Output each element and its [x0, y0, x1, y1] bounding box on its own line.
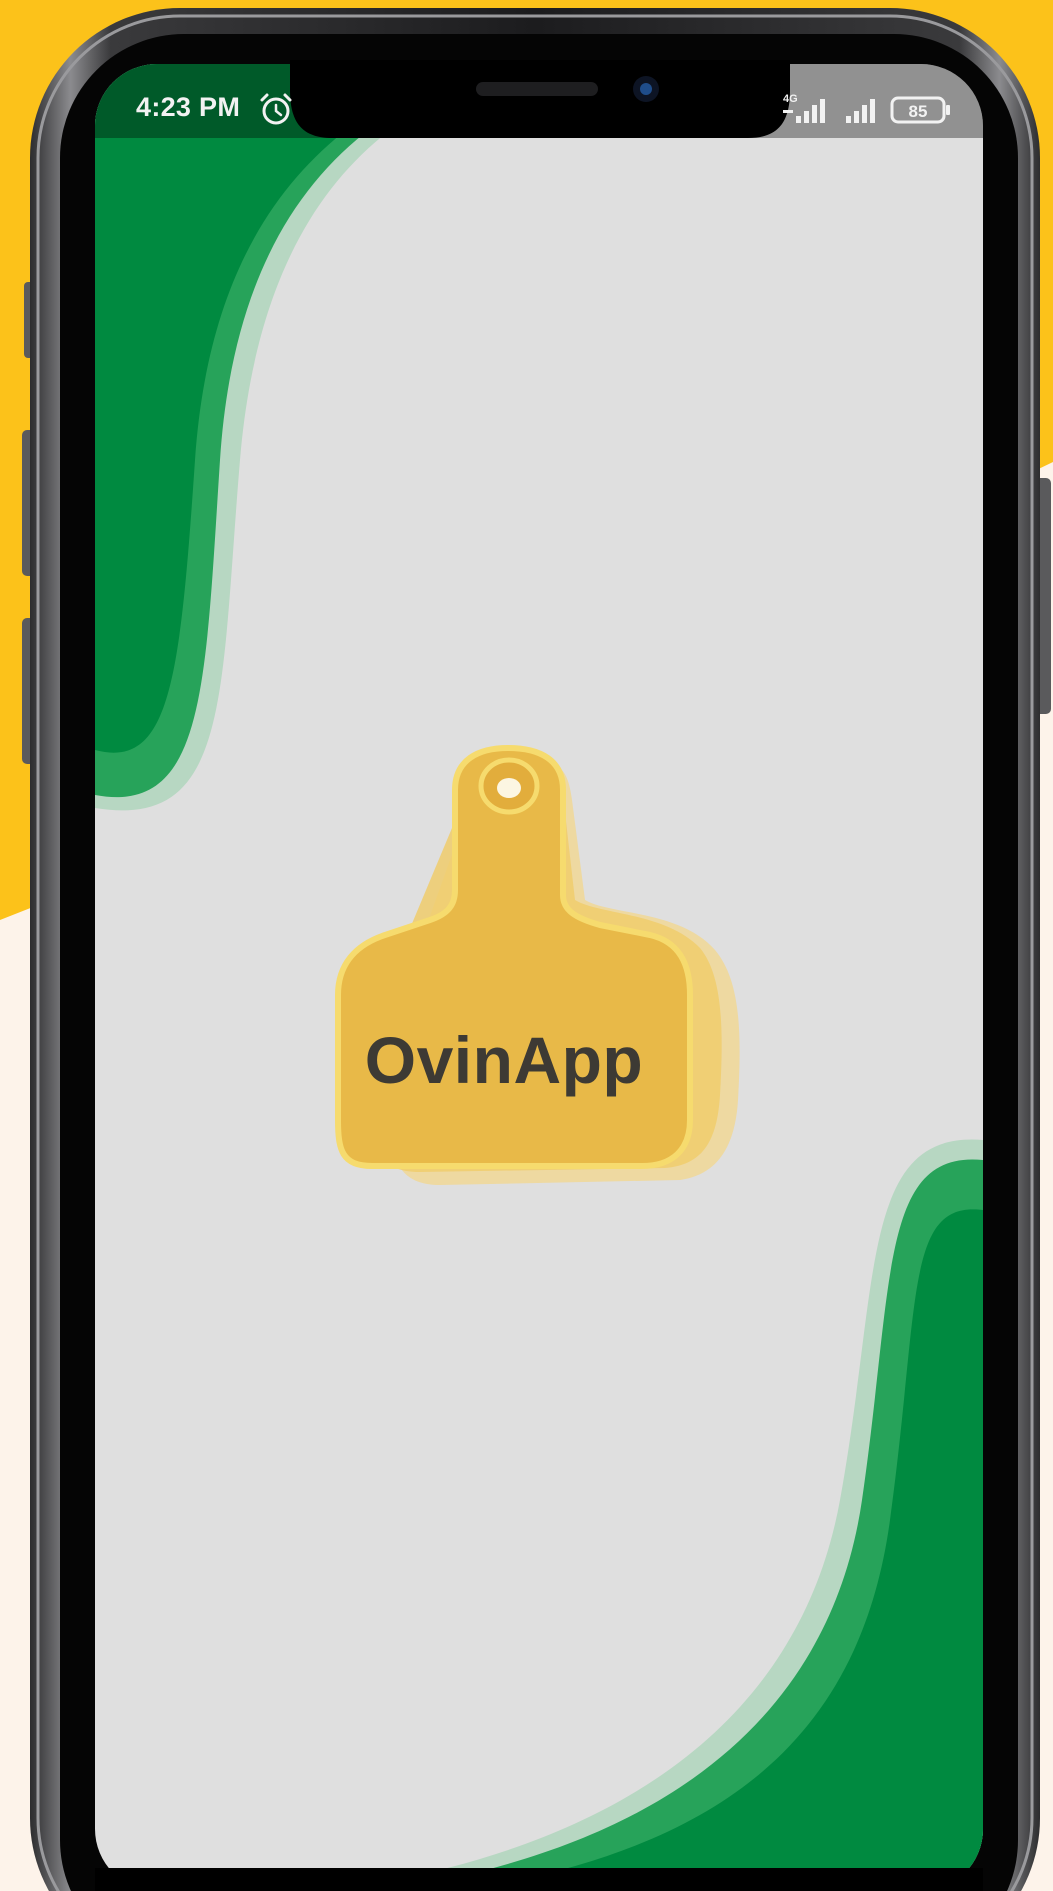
navigation-bar: [95, 1868, 983, 1891]
battery-level: 85: [909, 102, 928, 121]
notch: [290, 60, 790, 138]
front-camera-lens: [640, 83, 652, 95]
app-title: OvinApp: [364, 1023, 644, 1097]
marketing-backdrop: 4G 85: [0, 0, 1053, 1891]
status-time: 4:23 PM: [136, 92, 241, 122]
network-type-label: 4G: [783, 93, 798, 105]
earpiece-speaker: [476, 82, 598, 96]
ear-tag-hole: [497, 778, 521, 798]
